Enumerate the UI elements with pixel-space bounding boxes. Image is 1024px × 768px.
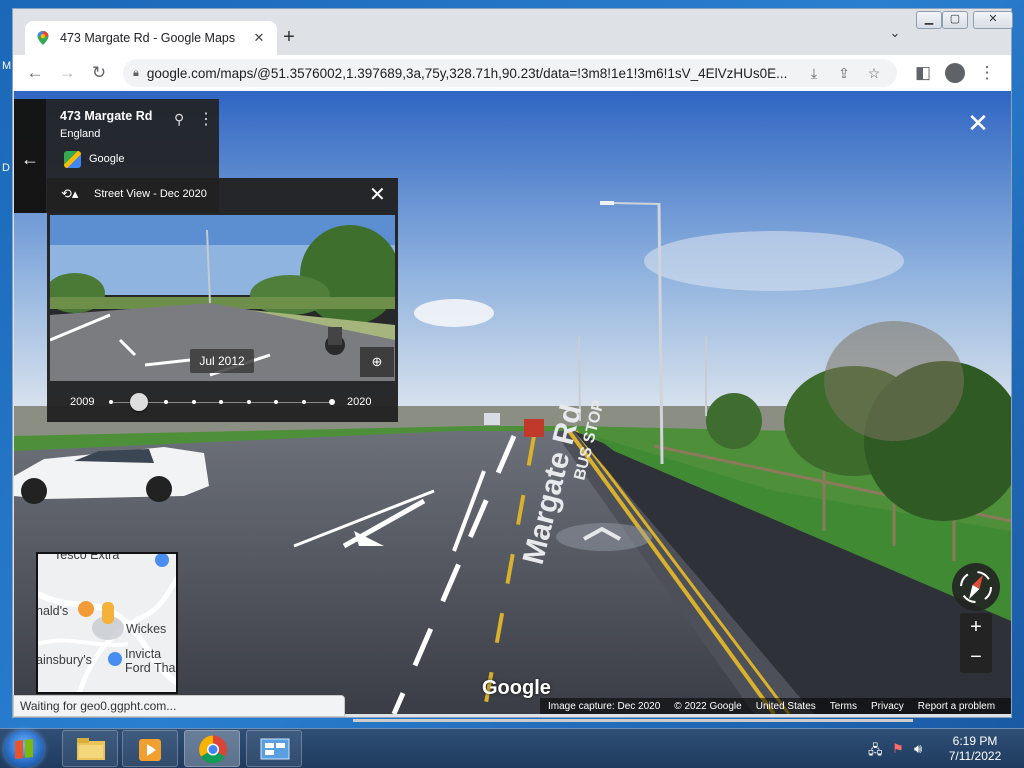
- tab-search-icon[interactable]: ⌄: [885, 25, 905, 45]
- zoom-thumbnail-icon[interactable]: ⊕: [360, 347, 394, 377]
- windows-logo-icon: [15, 739, 33, 759]
- year-slider[interactable]: 2009 2020: [47, 384, 398, 422]
- share-icon[interactable]: ⇪: [829, 65, 859, 82]
- copyright-text: © 2022 Google: [674, 700, 742, 712]
- slider-start-year: 2009: [70, 396, 95, 408]
- start-button[interactable]: [4, 730, 44, 768]
- url-text: google.com/maps/@51.3576002,1.397689,3a,…: [146, 65, 788, 81]
- zoom-in-button[interactable]: +: [960, 613, 992, 643]
- tab-close-icon[interactable]: ✕: [251, 30, 267, 46]
- lock-icon: 🔒︎: [133, 66, 139, 79]
- side-panel-icon[interactable]: ◧: [911, 61, 935, 85]
- minimap-label: Tesco Extra: [54, 552, 120, 562]
- attribution-bar: Image capture: Dec 2020 © 2022 Google Un…: [540, 698, 1011, 714]
- close-time-panel-icon[interactable]: ✕: [369, 182, 386, 207]
- history-clock-icon[interactable]: ⟲▴: [61, 186, 78, 202]
- compass-icon[interactable]: [952, 563, 1000, 611]
- report-problem-link[interactable]: Report a problem: [918, 701, 995, 712]
- more-options-icon[interactable]: ⋮: [198, 109, 214, 129]
- system-tray: 🖧︎ ⚑ 🔊︎ 6:19 PM 7/11/2022: [860, 729, 1024, 768]
- maximize-button[interactable]: ▢: [942, 11, 968, 29]
- street-view-date-label: Street View - Dec 2020: [94, 188, 207, 200]
- time-travel-panel: ⟲▴ Street View - Dec 2020 ✕ Jul 2012 ⊕ 2…: [47, 178, 398, 422]
- zoom-control: + −: [960, 613, 992, 673]
- location-pin-icon[interactable]: ⚲: [174, 111, 184, 128]
- chrome-taskbar-icon[interactable]: [184, 730, 240, 767]
- tab-title: 473 Margate Rd - Google Maps: [60, 31, 236, 45]
- profile-avatar-icon[interactable]: [943, 61, 967, 85]
- slider-tick[interactable]: [329, 399, 335, 405]
- address-title: 473 Margate Rd: [60, 109, 153, 123]
- minimap-label: Wickes: [126, 622, 167, 636]
- zoom-out-button[interactable]: −: [960, 643, 992, 673]
- install-app-icon[interactable]: ⤓: [799, 65, 829, 82]
- volume-icon[interactable]: 🔊︎: [914, 741, 922, 757]
- reload-icon[interactable]: ↻: [87, 61, 111, 85]
- minimap[interactable]: Tesco Extra nald's Wickes ainsbury's Inv…: [36, 552, 178, 694]
- slider-tick[interactable]: [301, 400, 306, 404]
- privacy-link[interactable]: Privacy: [871, 701, 904, 712]
- forward-arrow-icon[interactable]: →: [55, 61, 79, 85]
- google-maps-logo-icon: [64, 151, 81, 168]
- google-maps-pin-icon: [37, 31, 49, 45]
- slider-handle[interactable]: [129, 393, 148, 411]
- address-bar[interactable]: 🔒︎ google.com/maps/@51.3576002,1.397689,…: [123, 59, 897, 87]
- clock[interactable]: 6:19 PM 7/11/2022: [940, 734, 1010, 764]
- tab-strip: 473 Margate Rd - Google Maps ✕ + ⌄ ▁ ▢ ✕: [13, 9, 1013, 55]
- close-window-button[interactable]: ✕: [973, 11, 1013, 29]
- region-link[interactable]: United States: [756, 701, 816, 712]
- historical-thumbnail[interactable]: Jul 2012 ⊕: [50, 215, 395, 381]
- minimap-label: Invicta: [125, 647, 162, 661]
- chrome-window: 473 Margate Rd - Google Maps ✕ + ⌄ ▁ ▢ ✕…: [12, 8, 1013, 722]
- back-arrow-icon[interactable]: ←: [23, 61, 47, 85]
- minimap-label: nald's: [36, 604, 69, 618]
- status-bubble: Waiting for geo0.ggpht.com...: [13, 695, 345, 717]
- close-street-view-button[interactable]: ✕: [964, 109, 992, 137]
- thumbnail-date-label: Jul 2012: [190, 349, 254, 373]
- bookmark-star-icon[interactable]: ☆: [859, 65, 889, 82]
- slider-tick[interactable]: [164, 400, 168, 404]
- clock-time: 6:19 PM: [952, 734, 998, 748]
- media-player-icon[interactable]: [122, 730, 178, 767]
- control-panel-icon[interactable]: [246, 730, 302, 767]
- taskbar: 🖧︎ ⚑ 🔊︎ 6:19 PM 7/11/2022: [0, 728, 1024, 768]
- source-label: Google: [89, 153, 125, 165]
- street-view-viewport[interactable]: Margate Rd BUS STOP ✕ ← 473 Margate Rd E…: [14, 91, 1011, 714]
- google-watermark: Google: [482, 677, 551, 699]
- new-tab-button[interactable]: +: [275, 23, 303, 51]
- network-icon[interactable]: 🖧︎: [868, 741, 883, 763]
- minimize-button[interactable]: ▁: [916, 11, 942, 29]
- horizontal-scrollbar[interactable]: [353, 719, 913, 722]
- back-arrow-icon[interactable]: ←: [21, 149, 39, 170]
- slider-end-year: 2020: [347, 396, 372, 408]
- clock-date: 7/11/2022: [948, 749, 1002, 763]
- desktop-icon-fragment: D: [2, 162, 10, 174]
- slider-tick[interactable]: [191, 400, 196, 404]
- slider-tick[interactable]: [246, 400, 251, 404]
- action-center-flag-icon[interactable]: ⚑: [892, 741, 904, 757]
- slider-tick[interactable]: [109, 400, 113, 404]
- image-capture-date: Image capture: Dec 2020: [548, 700, 661, 712]
- slider-tick[interactable]: [219, 400, 223, 404]
- minimap-label: ainsbury's: [36, 653, 92, 667]
- minimap-label: Ford Tha: [125, 661, 176, 675]
- file-explorer-icon[interactable]: [62, 730, 118, 767]
- desktop-icon-fragment: M: [2, 60, 12, 72]
- chrome-menu-icon[interactable]: ⋮: [975, 61, 999, 85]
- browser-toolbar: ← → ↻ 🔒︎ google.com/maps/@51.3576002,1.3…: [13, 55, 1011, 91]
- address-country: England: [60, 128, 101, 140]
- tab-google-maps[interactable]: 473 Margate Rd - Google Maps ✕: [25, 21, 277, 55]
- slider-tick[interactable]: [274, 400, 278, 404]
- terms-link[interactable]: Terms: [830, 701, 857, 712]
